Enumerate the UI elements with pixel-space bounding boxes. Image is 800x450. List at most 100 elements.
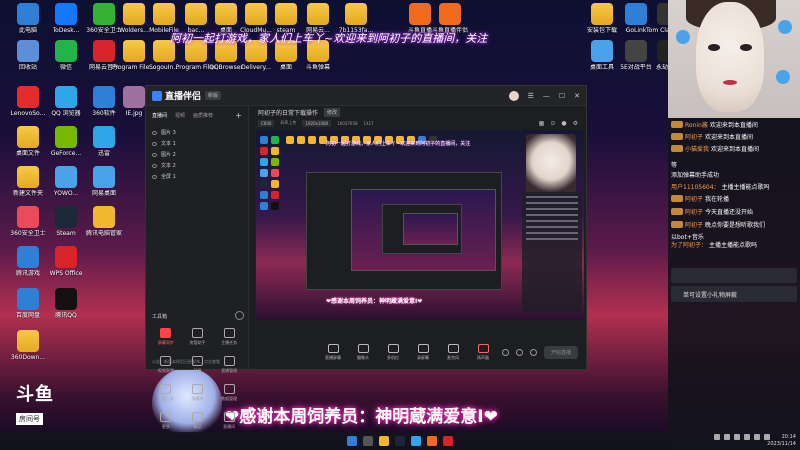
- scene-item[interactable]: 图片 3: [152, 127, 242, 138]
- start-live-button[interactable]: 开始直播: [543, 345, 578, 359]
- stat-quality[interactable]: C600: [258, 119, 275, 127]
- gear-circle-icon[interactable]: [529, 348, 537, 356]
- toolbox-expand-icon[interactable]: [235, 311, 244, 320]
- settings-icon[interactable]: ⚙: [573, 120, 578, 127]
- chat-username[interactable]: 为了阿初子：: [671, 240, 707, 249]
- live-companion-taskbar-icon[interactable]: [443, 436, 453, 446]
- chat-message[interactable]: Ronin酱 欢迎来到本直播间: [671, 120, 799, 129]
- steam-icon[interactable]: [395, 436, 405, 446]
- desktop-icon[interactable]: 腾讯QQ: [44, 288, 88, 319]
- maximize-icon[interactable]: ☐: [559, 92, 565, 100]
- chat-message[interactable]: 等: [671, 160, 799, 169]
- pin-icon[interactable]: ⊙: [550, 120, 555, 127]
- screen-capture-button[interactable]: 直播屏幕: [318, 343, 348, 361]
- minimize-icon[interactable]: —: [543, 92, 550, 100]
- chat-username[interactable]: 用户11105604：: [671, 182, 720, 191]
- app-left-panel: 直播间 视频 画质推荐 + 图片 3 文本 1 图片 2 文本 2 全屏 1 工具箱 屏…: [146, 106, 249, 429]
- taskbar: 20:14 2023/11/14: [0, 432, 800, 450]
- tray-icon[interactable]: [734, 434, 740, 440]
- record-circle-icon[interactable]: [501, 348, 509, 356]
- microphone-button[interactable]: 麦克风: [438, 343, 468, 361]
- edit-title-button[interactable]: 修改: [324, 107, 341, 117]
- toolbox-item[interactable]: 精品: [182, 412, 214, 430]
- search-icon[interactable]: [363, 436, 373, 446]
- chat-message[interactable]: 为了阿初子： 主播主播能点歌吗: [671, 240, 799, 249]
- toolbox-item[interactable]: 主播任务: [213, 328, 245, 346]
- eye-icon[interactable]: [152, 174, 157, 179]
- eye-icon[interactable]: [152, 152, 157, 157]
- tencent-icon: [93, 206, 115, 228]
- windows-start-icon[interactable]: [347, 436, 357, 446]
- chat-username[interactable]: 阿初子: [685, 132, 703, 141]
- toolbox-item[interactable]: 房管助手: [182, 328, 214, 346]
- tray-icon[interactable]: [754, 434, 760, 440]
- scene-item[interactable]: 图片 2: [152, 149, 242, 160]
- camera-button[interactable]: 摄像头: [348, 343, 378, 361]
- desktop-icon[interactable]: 腾讯电脑管家: [82, 206, 126, 237]
- chat-filter-hint[interactable]: 单可设置小礼物屏蔽: [671, 286, 797, 302]
- chat-message[interactable]: 阿初子 今天直播还没开始: [671, 207, 799, 216]
- chat-username[interactable]: 阿初子: [685, 220, 703, 229]
- toolbox-item[interactable]: 更多: [150, 412, 182, 430]
- preview-desktop-icons: [260, 136, 279, 210]
- toolbox-item[interactable]: 主播工具: [150, 384, 182, 402]
- desktop-icon[interactable]: 360Down...: [6, 330, 50, 361]
- toolbox-item[interactable]: 直播间: [213, 412, 245, 430]
- toolbox-item[interactable]: 屏幕同步: [150, 328, 182, 346]
- multi-cam-icon: [387, 343, 399, 353]
- folder-icon: [345, 3, 367, 25]
- tool-label: 直播管理: [221, 368, 238, 373]
- tray-icon[interactable]: [714, 434, 720, 440]
- chat-username[interactable]: Ronin酱: [685, 120, 708, 129]
- taskbar-clock[interactable]: 20:14 2023/11/14: [767, 434, 796, 448]
- chat-username[interactable]: 阿初子: [685, 207, 703, 216]
- close-icon[interactable]: ✕: [574, 92, 580, 100]
- add-scene-icon[interactable]: +: [235, 111, 242, 120]
- toolbox-item[interactable]: 数据管理: [213, 384, 245, 402]
- chat-message[interactable]: 小猫爱我 欢迎来到本直播间: [671, 144, 799, 153]
- preview-nested-preview-2: [403, 213, 458, 245]
- speaker-button[interactable]: 扬声器: [468, 343, 498, 361]
- desktop-icon[interactable]: WPS Office: [44, 246, 88, 277]
- douyu-taskbar-icon[interactable]: [427, 436, 437, 446]
- scene-item[interactable]: 全屏 1: [152, 171, 242, 182]
- desktop-icon[interactable]: 网易桌面: [82, 166, 126, 197]
- tray-icon[interactable]: [724, 434, 730, 440]
- scene-item[interactable]: 文本 2: [152, 160, 242, 171]
- webcam-face: [696, 2, 764, 112]
- chat-message[interactable]: 阿初子 欢迎来到本直播间: [671, 132, 799, 141]
- record-screen-button[interactable]: 录屏幕: [408, 343, 438, 361]
- user-avatar[interactable]: [508, 90, 519, 101]
- desktop-icon[interactable]: 迅雷: [82, 126, 126, 157]
- tab-quality[interactable]: 画质推荐: [193, 112, 213, 119]
- eye-icon[interactable]: [152, 141, 157, 146]
- eye-icon[interactable]: [152, 163, 157, 168]
- link-circle-icon[interactable]: [515, 348, 523, 356]
- toolbox-item[interactable]: 弹幕库: [182, 384, 214, 402]
- chat-message[interactable]: 添加弹幕助手成功: [671, 170, 799, 179]
- record-icon[interactable]: ●: [561, 120, 566, 127]
- layout-icon[interactable]: ▦: [539, 120, 545, 127]
- tray-icon[interactable]: [744, 434, 750, 440]
- chat-text: 等: [671, 162, 678, 169]
- chat-message[interactable]: 阿初子 我在轮播: [671, 194, 799, 203]
- eye-icon[interactable]: [152, 130, 157, 135]
- file-explorer-icon[interactable]: [379, 436, 389, 446]
- browser-icon[interactable]: [411, 436, 421, 446]
- chat-username[interactable]: 阿初子: [685, 194, 703, 203]
- app-titlebar: 直播伴侣 新版 ☰ — ☐ ✕: [146, 86, 586, 106]
- multi-cam-button[interactable]: 多机位: [378, 343, 408, 361]
- stream-preview[interactable]: 阿初一起打游戏，家人们上车丫~欢迎来到阿初子的直播间，关注 ❤感谢本周饲养员：神…: [256, 130, 584, 320]
- announcement-text[interactable]: 公告：新版本伴侣已经发布，点击查看: [152, 359, 220, 365]
- chat-message[interactable]: 阿初子 晚点你要是想听歌我们: [671, 220, 799, 229]
- tab-video[interactable]: 视频: [175, 112, 185, 119]
- chat-message[interactable]: 用户11105604： 主播主播能点歌吗: [671, 182, 799, 191]
- stat-resolution[interactable]: 1920x1080: [302, 119, 332, 127]
- preview-chat: [522, 192, 582, 312]
- menu-icon[interactable]: ☰: [528, 92, 534, 100]
- system-tray: [714, 434, 770, 440]
- scene-item[interactable]: 文本 1: [152, 138, 242, 149]
- tab-live-room[interactable]: 直播间: [152, 112, 167, 119]
- scene-item-label: 全屏 1: [161, 174, 176, 180]
- chat-username[interactable]: 小猫爱我: [685, 144, 709, 153]
